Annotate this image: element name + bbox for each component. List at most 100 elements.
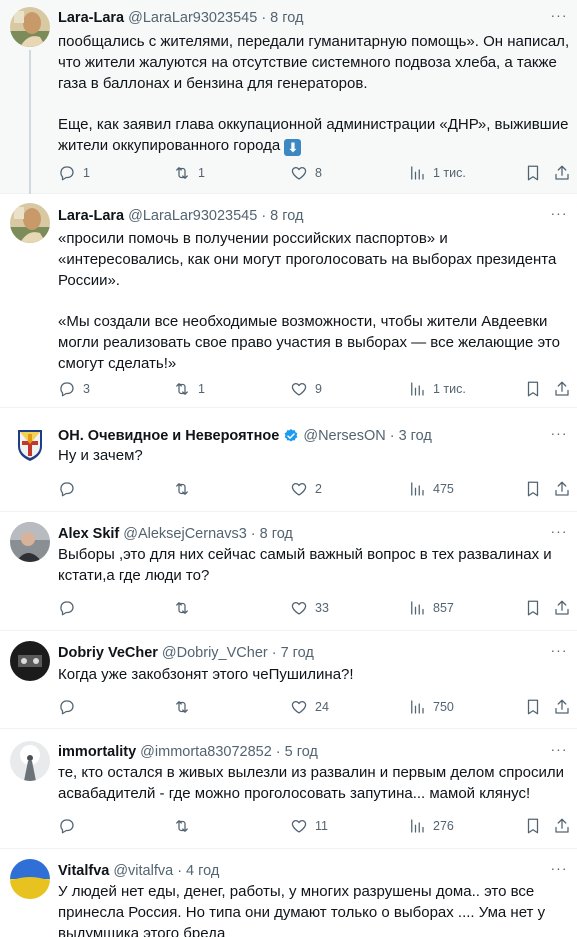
- author-name[interactable]: Lara-Lara: [58, 208, 124, 224]
- tweet-header: immortality @immorta83072852 · 5 год: [58, 742, 567, 762]
- share-button[interactable]: [553, 163, 571, 183]
- bookmark-button[interactable]: [524, 598, 542, 618]
- timestamp[interactable]: 8 год: [270, 10, 303, 26]
- like-button[interactable]: 11: [290, 816, 328, 836]
- author-name[interactable]: ОН. Очевидное и Невероятное: [58, 428, 279, 444]
- like-icon: [291, 383, 307, 396]
- avatar[interactable]: [10, 741, 50, 781]
- more-icon[interactable]: ···: [549, 206, 569, 224]
- tweet[interactable]: Lara-Lara @LaraLar93023545 · 8 год ··· «…: [0, 194, 577, 408]
- repost-button[interactable]: [173, 697, 191, 717]
- timestamp[interactable]: 4 год: [186, 863, 219, 879]
- like-count: 11: [315, 819, 328, 833]
- avatar[interactable]: [10, 203, 50, 243]
- reply-button[interactable]: [58, 479, 76, 499]
- repost-button[interactable]: [173, 598, 191, 618]
- share-button[interactable]: [553, 697, 571, 717]
- author-handle[interactable]: @NersesON: [303, 428, 385, 444]
- timestamp[interactable]: 3 год: [399, 428, 432, 444]
- author-handle[interactable]: @LaraLar93023545: [128, 208, 257, 224]
- timestamp[interactable]: 7 год: [281, 645, 314, 661]
- timestamp[interactable]: 8 год: [260, 526, 293, 542]
- share-button[interactable]: [553, 479, 571, 499]
- like-button[interactable]: 8: [290, 163, 322, 183]
- more-icon[interactable]: ···: [549, 643, 569, 661]
- separator-dot: ·: [250, 526, 256, 542]
- more-icon[interactable]: ···: [549, 8, 569, 26]
- tweet[interactable]: Lara-Lara @LaraLar93023545 · 8 год ··· п…: [0, 0, 577, 194]
- share-button[interactable]: [553, 816, 571, 836]
- tweet[interactable]: Dobriy VeCher @Dobriy_VCher · 7 год ··· …: [0, 631, 577, 729]
- avatar[interactable]: [10, 859, 50, 899]
- views-count: 1 тис.: [433, 382, 466, 396]
- reply-icon: [60, 166, 74, 181]
- reply-button[interactable]: 3: [58, 379, 90, 399]
- reply-button[interactable]: 1: [58, 163, 90, 183]
- author-name[interactable]: Dobriy VeCher: [58, 645, 158, 661]
- bookmark-button[interactable]: [524, 163, 542, 183]
- author-handle[interactable]: @immorta83072852: [140, 744, 272, 760]
- reply-button[interactable]: [58, 816, 76, 836]
- reply-button[interactable]: [58, 697, 76, 717]
- action-bar: 2 475: [58, 479, 573, 499]
- like-count: 9: [315, 382, 322, 396]
- views-icon: [411, 700, 424, 714]
- reply-button[interactable]: [58, 598, 76, 618]
- share-button[interactable]: [553, 598, 571, 618]
- like-icon: [291, 701, 307, 714]
- views-button[interactable]: 1 тис.: [408, 379, 466, 399]
- views-button[interactable]: 857: [408, 598, 454, 618]
- tweet-text: Выборы ,это для них сейчас самый важный …: [58, 546, 552, 584]
- author-handle[interactable]: @Dobriy_VCher: [162, 645, 268, 661]
- reply-icon: [60, 382, 74, 397]
- tweet-text: У людей нет еды, денег, работы, у многих…: [58, 883, 546, 937]
- views-count: 1 тис.: [433, 166, 466, 180]
- timestamp[interactable]: 8 год: [270, 208, 303, 224]
- tweet[interactable]: Vitalfva @vitalfva · 4 год ··· У людей н…: [0, 849, 577, 937]
- bookmark-button[interactable]: [524, 379, 542, 399]
- author-handle[interactable]: @LaraLar93023545: [128, 10, 257, 26]
- author-name[interactable]: Lara-Lara: [58, 10, 124, 26]
- bookmark-button[interactable]: [524, 697, 542, 717]
- avatar[interactable]: [10, 522, 50, 562]
- reply-icon: [60, 819, 74, 834]
- author-handle[interactable]: @vitalfva: [113, 863, 173, 879]
- avatar[interactable]: [10, 641, 50, 681]
- author-name[interactable]: Vitalfva: [58, 863, 109, 879]
- repost-button[interactable]: [173, 479, 191, 499]
- tweet[interactable]: immortality @immorta83072852 · 5 год ···…: [0, 729, 577, 849]
- repost-button[interactable]: 1: [173, 379, 205, 399]
- avatar[interactable]: [10, 424, 50, 464]
- bookmark-button[interactable]: [524, 479, 542, 499]
- share-button[interactable]: [553, 379, 571, 399]
- timestamp[interactable]: 5 год: [285, 744, 318, 760]
- repost-count: 1: [198, 382, 205, 396]
- avatar[interactable]: [10, 7, 50, 47]
- repost-icon: [176, 701, 188, 713]
- views-button[interactable]: 750: [408, 697, 454, 717]
- repost-button[interactable]: [173, 816, 191, 836]
- author-name[interactable]: Alex Skif: [58, 526, 119, 542]
- like-button[interactable]: 24: [290, 697, 329, 717]
- more-icon[interactable]: ···: [549, 524, 569, 542]
- more-icon[interactable]: ···: [549, 426, 569, 444]
- more-icon[interactable]: ···: [549, 742, 569, 760]
- author-handle[interactable]: @AleksejCernavs3: [123, 526, 247, 542]
- like-button[interactable]: 2: [290, 479, 322, 499]
- like-count: 33: [315, 601, 329, 615]
- views-button[interactable]: 475: [408, 479, 454, 499]
- views-button[interactable]: 276: [408, 816, 454, 836]
- tweet[interactable]: Alex Skif @AleksejCernavs3 · 8 год ··· В…: [0, 512, 577, 631]
- more-icon[interactable]: ···: [549, 861, 569, 879]
- views-icon: [411, 166, 424, 180]
- like-button[interactable]: 33: [290, 598, 329, 618]
- bookmark-icon: [527, 699, 539, 715]
- tweet[interactable]: ОН. Очевидное и Невероятное @NersesON · …: [0, 408, 577, 512]
- like-icon: [291, 820, 307, 833]
- views-button[interactable]: 1 тис.: [408, 163, 466, 183]
- repost-button[interactable]: 1: [173, 163, 205, 183]
- author-name[interactable]: immortality: [58, 744, 136, 760]
- bookmark-icon: [527, 165, 539, 181]
- like-button[interactable]: 9: [290, 379, 322, 399]
- bookmark-button[interactable]: [524, 816, 542, 836]
